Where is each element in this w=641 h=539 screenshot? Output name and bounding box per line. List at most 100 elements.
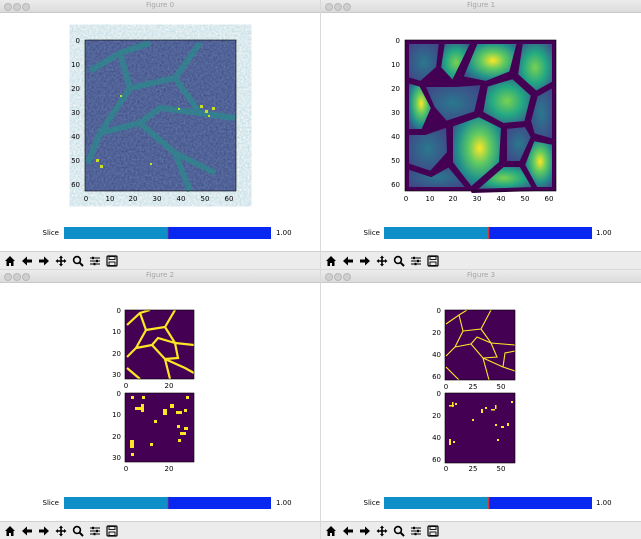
y-tick-label: 20: [112, 350, 121, 358]
x-ticks: 0 25 50: [444, 465, 506, 473]
back-arrow-button[interactable]: [20, 254, 34, 267]
top-image-axes: 0 10 20 30 0 20: [112, 307, 195, 390]
configure-subplots-button[interactable]: [88, 254, 102, 267]
window-titlebar[interactable]: Figure 0: [0, 0, 320, 13]
slider-value: 1.00: [596, 229, 612, 237]
figure-canvas[interactable]: 0 10 20 30 40 50 60 0 10 20 30 40 50 60 …: [321, 13, 641, 251]
forward-arrow-button[interactable]: [37, 524, 51, 537]
home-button[interactable]: [3, 254, 17, 267]
back-arrow-button[interactable]: [20, 524, 34, 537]
back-arrow-button[interactable]: [341, 254, 355, 267]
slider-handle[interactable]: [488, 497, 490, 509]
slider-handle[interactable]: [167, 497, 169, 509]
window-titlebar[interactable]: Figure 1: [321, 0, 641, 13]
slider-fill[interactable]: [64, 497, 168, 509]
figure-canvas[interactable]: 0 10 20 30 40 50 60 0 10 20 30 40 50 60 …: [0, 13, 320, 251]
slice-slider[interactable]: Slice 1.00: [43, 497, 292, 509]
forward-arrow-icon: [360, 526, 370, 535]
x-tick-label: 0: [124, 382, 128, 390]
configure-subplots-button[interactable]: [409, 254, 423, 267]
window-title: Figure 1: [466, 1, 496, 9]
save-icon: [427, 254, 439, 267]
slice-slider[interactable]: Slice 1.00: [43, 227, 292, 239]
zoom-button[interactable]: [71, 524, 85, 537]
x-tick-label: 0: [444, 383, 448, 391]
y-ticks: 0 20 40 60: [432, 307, 441, 381]
y-tick-label: 10: [112, 411, 121, 419]
y-tick-label: 40: [432, 351, 441, 359]
slider-fill[interactable]: [64, 227, 168, 239]
x-tick-label: 20: [165, 382, 174, 390]
slider-value: 1.00: [596, 499, 612, 507]
slider-fill[interactable]: [384, 227, 488, 239]
slice-slider[interactable]: Slice 1.00: [364, 227, 612, 239]
slice-slider[interactable]: Slice 1.00: [364, 497, 612, 509]
home-icon: [5, 525, 15, 536]
seed-image: [125, 393, 194, 462]
zoom-button[interactable]: [392, 524, 406, 537]
y-ticks: 0 10 20 30 40 50 60: [391, 37, 400, 189]
zoom-button[interactable]: [71, 254, 85, 267]
x-ticks: 0 25 50: [444, 383, 506, 391]
pan-button[interactable]: [375, 254, 389, 267]
y-tick-label: 0: [117, 390, 121, 398]
y-tick-label: 20: [432, 329, 441, 337]
bottom-image-axes: 0 20 40 60 0 25 50: [432, 390, 516, 473]
x-ticks: 0 20: [124, 382, 174, 390]
y-tick-label: 40: [432, 434, 441, 442]
save-button[interactable]: [426, 254, 440, 267]
x-tick-label: 50: [497, 465, 506, 473]
image-axes: 0 10 20 30 40 50 60 0 10 20 30 40 50 60: [391, 37, 557, 203]
forward-arrow-button[interactable]: [37, 254, 51, 267]
forward-arrow-icon: [39, 526, 49, 535]
y-tick-label: 10: [391, 61, 400, 69]
home-button[interactable]: [3, 524, 17, 537]
y-tick-label: 0: [117, 307, 121, 315]
save-button[interactable]: [105, 254, 119, 267]
back-arrow-button[interactable]: [341, 524, 355, 537]
window-titlebar[interactable]: Figure 3: [321, 270, 641, 283]
x-tick-label: 0: [84, 195, 88, 203]
configure-subplots-button[interactable]: [88, 524, 102, 537]
top-image-axes: 0 20 40 60 0 25 50: [432, 307, 516, 391]
slider-handle[interactable]: [167, 227, 169, 239]
slider-label: Slice: [364, 499, 381, 507]
pan-button[interactable]: [375, 524, 389, 537]
forward-arrow-button[interactable]: [358, 524, 372, 537]
y-tick-label: 60: [71, 181, 80, 189]
configure-subplots-icon: [90, 256, 100, 265]
x-tick-label: 0: [124, 465, 128, 473]
slider-fill[interactable]: [384, 497, 488, 509]
x-tick-label: 0: [444, 465, 448, 473]
forward-arrow-button[interactable]: [358, 254, 372, 267]
home-button[interactable]: [324, 254, 338, 267]
x-tick-label: 30: [473, 195, 482, 203]
slider-handle[interactable]: [488, 227, 490, 239]
y-ticks: 0 20 40 60: [432, 390, 441, 464]
y-tick-label: 0: [437, 307, 441, 315]
home-button[interactable]: [324, 524, 338, 537]
y-ticks: 0 10 20 30 40 50 60: [71, 37, 80, 189]
slider-label: Slice: [364, 229, 381, 237]
y-tick-label: 30: [112, 371, 121, 379]
x-tick-label: 20: [129, 195, 138, 203]
save-button[interactable]: [426, 524, 440, 537]
home-icon: [5, 255, 15, 266]
forward-arrow-icon: [360, 256, 370, 265]
save-button[interactable]: [105, 524, 119, 537]
figure-canvas[interactable]: 0 20 40 60 0 25 50 0 20 40 60 0 25 50 Sl…: [321, 283, 641, 521]
zoom-button[interactable]: [392, 254, 406, 267]
x-ticks: 0 10 20 30 40 50 60: [404, 195, 554, 203]
y-tick-label: 50: [391, 157, 400, 165]
y-tick-label: 60: [391, 181, 400, 189]
pan-button[interactable]: [54, 524, 68, 537]
pan-button[interactable]: [54, 254, 68, 267]
y-tick-label: 20: [391, 85, 400, 93]
y-tick-label: 60: [432, 456, 441, 464]
window-titlebar[interactable]: Figure 2: [0, 270, 320, 283]
x-tick-label: 50: [497, 383, 506, 391]
y-ticks: 0 10 20 30: [112, 390, 121, 462]
configure-subplots-button[interactable]: [409, 524, 423, 537]
figure-canvas[interactable]: 0 10 20 30 0 20 0 10 20 30 0 20 Slice 1.…: [0, 283, 320, 521]
pan-icon: [376, 255, 388, 266]
